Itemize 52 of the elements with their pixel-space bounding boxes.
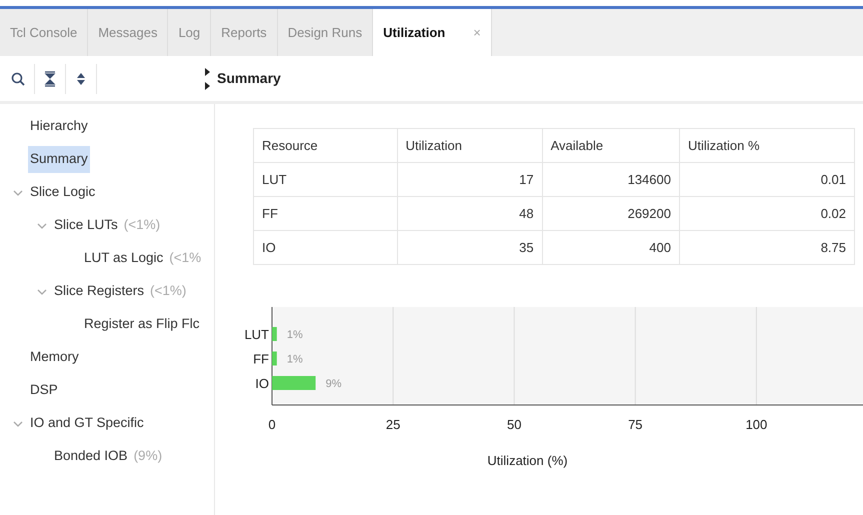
tree-item[interactable]: Bonded IOB bbox=[52, 443, 130, 470]
column-header[interactable]: Resource bbox=[254, 128, 398, 162]
tick-label: 75 bbox=[628, 417, 643, 432]
table-cell: LUT bbox=[254, 162, 398, 196]
tree-item-note: (9%) bbox=[134, 447, 162, 466]
table-cell: FF bbox=[254, 196, 398, 230]
value-label: 1% bbox=[286, 329, 303, 341]
expand-all-icon bbox=[75, 71, 87, 88]
column-header[interactable]: Utilization % bbox=[679, 128, 854, 162]
value-label: 1% bbox=[286, 354, 303, 366]
bar bbox=[272, 352, 277, 366]
table-cell: 35 bbox=[397, 230, 542, 264]
table-cell: IO bbox=[254, 230, 398, 264]
tree-item-note: (<1%) bbox=[124, 216, 160, 234]
section-title: Summary bbox=[217, 69, 281, 88]
tree-item[interactable]: Summary bbox=[28, 146, 90, 173]
table-cell: 0.02 bbox=[679, 196, 854, 230]
table-cell: 0.01 bbox=[679, 162, 854, 196]
table-cell: 8.75 bbox=[679, 230, 854, 264]
category-label: IO bbox=[255, 376, 269, 391]
bar bbox=[272, 327, 277, 341]
tree-item-note: (<1%) bbox=[150, 282, 186, 300]
tree-item[interactable]: LUT as Logic bbox=[82, 245, 166, 272]
table-cell: 400 bbox=[542, 230, 680, 264]
tree-item[interactable]: Slice LUTs bbox=[52, 212, 120, 239]
tree-item[interactable]: Slice Registers bbox=[52, 278, 146, 305]
value-label: 9% bbox=[326, 378, 342, 390]
table-cell: 48 bbox=[397, 196, 542, 230]
tick-label: 25 bbox=[386, 417, 400, 432]
table-cell: 17 bbox=[397, 162, 542, 196]
tree-item[interactable]: DSP bbox=[28, 377, 60, 404]
category-label: FF bbox=[253, 352, 269, 366]
table-cell: 269200 bbox=[542, 196, 680, 230]
column-header[interactable]: Utilization bbox=[397, 128, 542, 162]
axis-title: Utilization (%) bbox=[487, 453, 568, 468]
tab[interactable]: Utilization × bbox=[373, 9, 492, 56]
tree-item[interactable]: Memory bbox=[28, 344, 81, 371]
tree-item[interactable]: Register as Flip Flc bbox=[82, 311, 202, 338]
tick-label: 0 bbox=[268, 417, 276, 432]
tree-item-note: (<1% bbox=[169, 249, 202, 268]
splitter-handle-icon[interactable] bbox=[205, 68, 211, 90]
category-label: LUT bbox=[244, 327, 269, 342]
column-header[interactable]: Available bbox=[542, 128, 680, 162]
search-icon bbox=[11, 72, 25, 86]
bar bbox=[272, 376, 316, 390]
table-cell: 134600 bbox=[542, 162, 680, 196]
tick-label: 50 bbox=[506, 417, 522, 432]
collapse-all-icon bbox=[44, 71, 56, 88]
tick-label: 100 bbox=[746, 417, 768, 432]
tree-item[interactable]: IO and GT Specific bbox=[28, 410, 146, 437]
tree-item[interactable]: Slice Logic bbox=[28, 179, 98, 206]
tree-item[interactable]: Hierarchy bbox=[28, 113, 90, 140]
